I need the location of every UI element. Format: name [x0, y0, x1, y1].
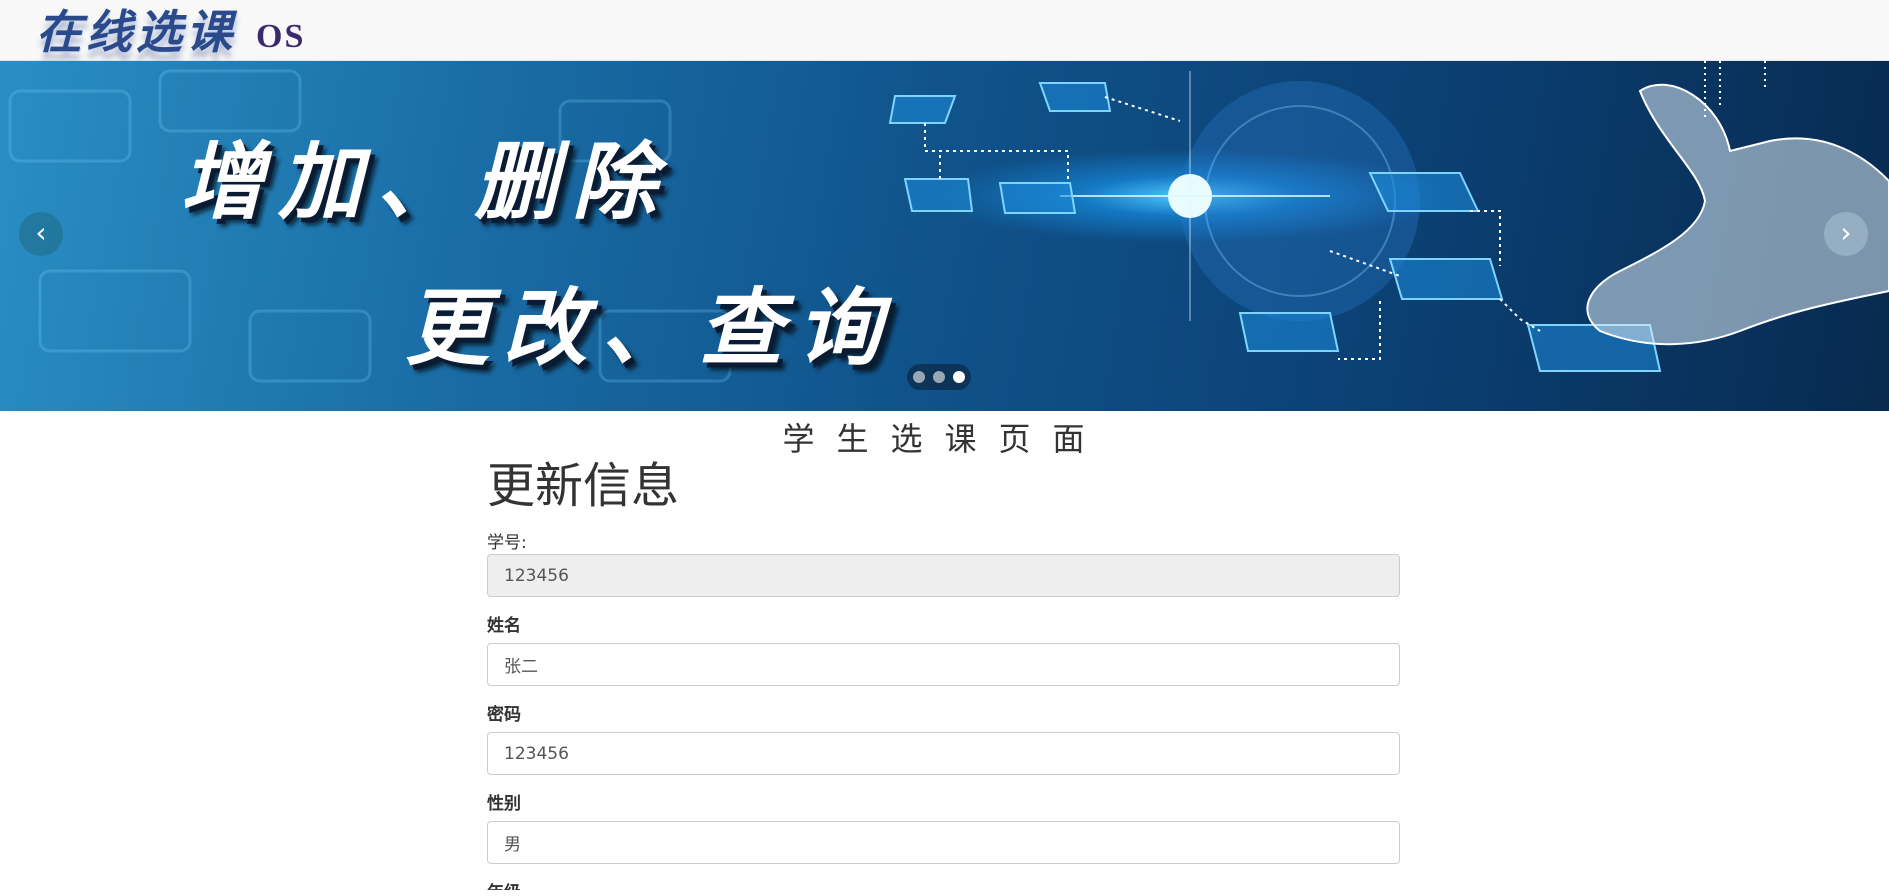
- chevron-left-icon: ‹: [35, 216, 47, 249]
- student-id-field[interactable]: 123456: [487, 554, 1400, 597]
- carousel-next-button[interactable]: ›: [1824, 212, 1868, 256]
- name-label: 姓名: [487, 616, 521, 636]
- password-field[interactable]: 123456: [487, 732, 1400, 775]
- gender-field[interactable]: 男: [487, 821, 1400, 864]
- logo-text: 在线选课: [36, 5, 236, 59]
- name-value: 张二: [504, 657, 538, 677]
- top-navbar: 在线选课 OS: [0, 0, 1889, 61]
- name-field[interactable]: 张二: [487, 643, 1400, 686]
- site-logo[interactable]: 在线选课 OS: [36, 6, 305, 58]
- carousel-indicators: [907, 364, 971, 390]
- carousel-prev-button[interactable]: ‹: [19, 212, 63, 256]
- student-id-value: 123456: [504, 565, 569, 586]
- banner-carousel: 增加、删除 更改、查询 ‹ ›: [0, 61, 1889, 411]
- password-value: 123456: [504, 743, 569, 764]
- page-heading: 学生选课页面: [782, 420, 1107, 458]
- carousel-indicator-3[interactable]: [953, 371, 965, 383]
- update-info-form: 更新信息 学号: 123456 姓名 张二 密码 123456 性别 男 年级: [487, 456, 1400, 890]
- gender-value: 男: [504, 835, 521, 855]
- chevron-right-icon: ›: [1840, 216, 1852, 249]
- carousel-indicator-2[interactable]: [933, 371, 945, 383]
- slide-caption-line1: 增加、删除: [180, 132, 671, 231]
- grade-label: 年级: [487, 882, 1400, 890]
- student-id-label: 学号:: [487, 533, 527, 553]
- logo-os-text: OS: [256, 18, 306, 55]
- slide-caption-line2: 更改、查询: [405, 278, 896, 377]
- gender-label: 性别: [487, 794, 521, 814]
- banner-background-graphic: [8, 61, 1889, 383]
- carousel-indicator-1[interactable]: [913, 371, 925, 383]
- form-title: 更新信息: [487, 458, 680, 514]
- password-label: 密码: [487, 705, 521, 725]
